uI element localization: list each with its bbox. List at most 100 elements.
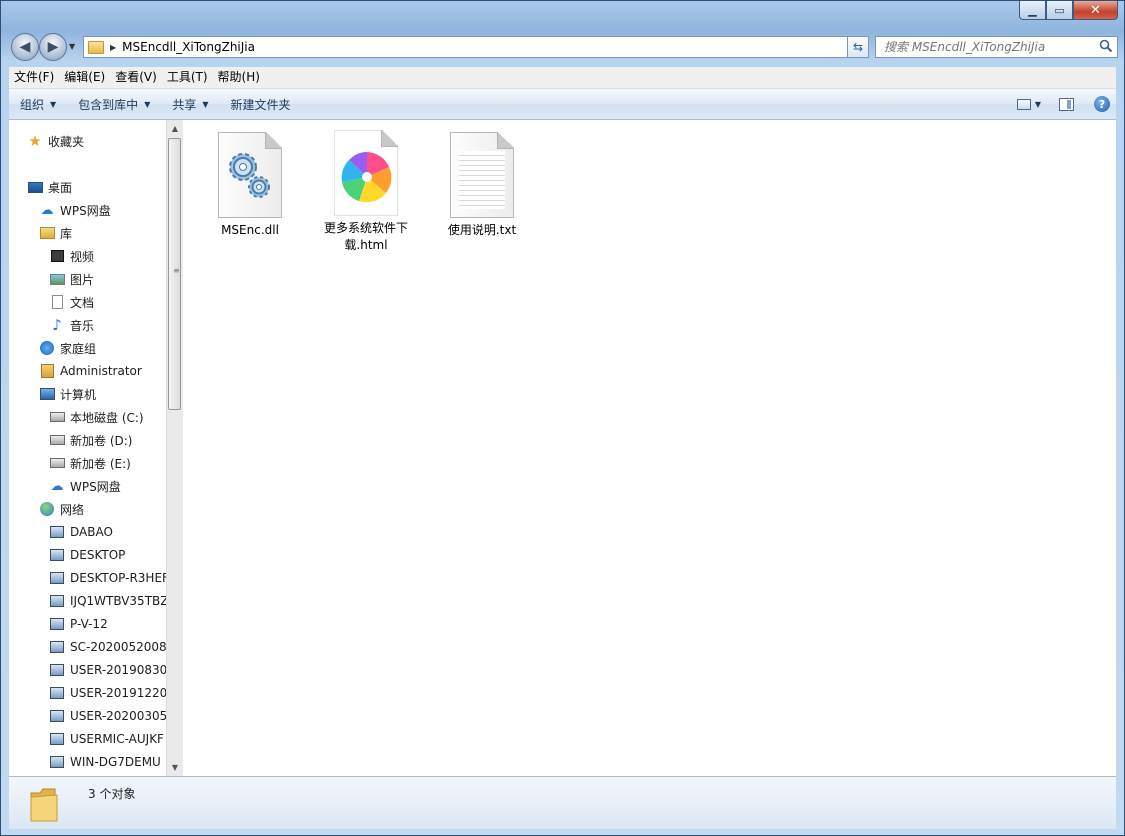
address-row: ◀ ▶ ▼ ▶ MSEncdll_XiTongZhiJia ▼ ⇆: [9, 33, 1118, 61]
text-lines-icon: [459, 151, 505, 209]
maximize-button[interactable]: ▭: [1046, 1, 1073, 20]
nav-item-network-pc[interactable]: DABAO: [49, 522, 113, 542]
nav-label: P-V-12: [70, 617, 108, 631]
nav-item-network-pc[interactable]: USER-20191220I: [49, 683, 166, 703]
nav-item-drive-e[interactable]: 新加卷 (E:): [49, 453, 131, 473]
nav-item-network[interactable]: 网络: [39, 499, 84, 519]
file-item-html[interactable]: 更多系统软件下 载.html: [318, 130, 414, 254]
nav-item-wps-cloud-2[interactable]: ☁ WPS网盘: [49, 476, 121, 496]
gear-icon: [229, 153, 270, 198]
nav-item-music[interactable]: ♪ 音乐: [49, 315, 94, 335]
nav-label: 收藏夹: [48, 134, 85, 149]
nav-scrollbar[interactable]: ▲ ≡ ▼: [166, 120, 183, 777]
nav-item-network-pc[interactable]: DESKTOP: [49, 545, 125, 565]
help-icon[interactable]: ?: [1094, 96, 1110, 112]
caption-buttons: ▁ ▭ ✕: [1019, 1, 1118, 20]
nav-label: Administrator: [60, 364, 142, 378]
address-bar[interactable]: ▶ MSEncdll_XiTongZhiJia ▼: [83, 36, 867, 58]
share-button[interactable]: 共享 ▼: [161, 96, 219, 113]
view-dropdown-icon[interactable]: ▼: [1035, 100, 1041, 109]
command-bar-right: ▼ ?: [1016, 89, 1116, 119]
explorer-window: ▁ ▭ ✕ ◀ ▶ ▼ ▶ MSEncdll_XiTongZhiJia ▼ ⇆ …: [0, 0, 1125, 836]
recent-pages-dropdown[interactable]: ▼: [69, 42, 75, 51]
music-icon: ♪: [52, 316, 62, 334]
nav-label: USERMIC-AUJKF: [70, 732, 164, 746]
preview-pane-icon[interactable]: [1059, 97, 1074, 111]
breadcrumb-arrow-icon[interactable]: ▶: [110, 43, 116, 52]
nav-item-network-pc[interactable]: DESKTOP-R3HEF: [49, 568, 166, 588]
close-button[interactable]: ✕: [1073, 1, 1118, 20]
content-area: ★ 收藏夹 桌面 ☁ WPS网盘 库 视频 图片 文档 ♪ 音乐 家庭组 Admini…: [9, 120, 1116, 777]
change-view-icon[interactable]: [1016, 98, 1031, 110]
organize-button[interactable]: 组织 ▼: [9, 96, 67, 113]
organize-label: 组织: [20, 97, 45, 112]
address-path[interactable]: MSEncdll_XiTongZhiJia: [122, 40, 255, 54]
network-computer-icon: [50, 664, 64, 676]
scrollbar-thumb[interactable]: ≡: [168, 138, 181, 410]
menu-file[interactable]: 文件(F): [9, 67, 59, 88]
nav-label: 桌面: [48, 180, 73, 195]
nav-item-network-pc[interactable]: SC-20200520083: [49, 637, 166, 657]
share-label: 共享: [172, 97, 197, 112]
menu-help[interactable]: 帮助(H): [213, 67, 265, 88]
nav-item-videos[interactable]: 视频: [49, 246, 94, 266]
search-icon[interactable]: [1099, 39, 1113, 53]
refresh-button[interactable]: ⇆: [847, 36, 869, 58]
search-input[interactable]: [882, 39, 1096, 55]
nav-label: 新加卷 (E:): [70, 456, 131, 471]
grip-icon: ≡: [173, 266, 180, 275]
nav-item-drive-c[interactable]: 本地磁盘 (C:): [49, 407, 144, 427]
new-folder-label: 新建文件夹: [230, 97, 291, 112]
menu-view[interactable]: 查看(V): [110, 67, 162, 88]
video-icon: [50, 250, 64, 262]
nav-label: DESKTOP-R3HEF: [70, 571, 166, 585]
scroll-down-icon[interactable]: ▼: [169, 761, 181, 775]
file-name: 更多系统软件下 载.html: [318, 220, 414, 254]
network-computer-icon: [50, 756, 64, 768]
network-computer-icon: [50, 526, 64, 538]
nav-item-drive-d[interactable]: 新加卷 (D:): [49, 430, 132, 450]
folder-icon: [30, 788, 58, 822]
nav-item-administrator[interactable]: Administrator: [39, 361, 142, 381]
nav-item-network-pc[interactable]: IJQ1WTBV35TBZ: [49, 591, 166, 611]
nav-label: SC-20200520083: [70, 640, 166, 654]
menu-tools[interactable]: 工具(T): [162, 67, 213, 88]
back-arrow-icon: ◀: [19, 39, 31, 55]
nav-item-wps-cloud[interactable]: ☁ WPS网盘: [39, 200, 111, 220]
nav-item-computer[interactable]: 计算机: [39, 384, 96, 404]
nav-item-favorites[interactable]: ★ 收藏夹: [27, 131, 84, 151]
scroll-up-icon[interactable]: ▲: [169, 122, 181, 136]
nav-item-network-pc[interactable]: USER-20200305I: [49, 706, 166, 726]
file-list: MSEnc.dll 更多系统软件下 载.html 使用说明.txt: [184, 120, 1116, 777]
nav-item-library[interactable]: 库: [39, 223, 72, 243]
homegroup-icon: [40, 341, 54, 355]
nav-item-network-pc[interactable]: USER-20190830I: [49, 660, 166, 680]
nav-item-documents[interactable]: 文档: [49, 292, 94, 312]
new-folder-button[interactable]: 新建文件夹: [220, 96, 302, 113]
back-button[interactable]: ◀: [11, 33, 39, 61]
html-file-icon: [334, 130, 398, 216]
file-item-txt[interactable]: 使用说明.txt: [434, 132, 530, 239]
minimize-button[interactable]: ▁: [1019, 1, 1046, 20]
file-name: 使用说明.txt: [447, 223, 517, 237]
status-bar: 3 个对象: [9, 776, 1116, 829]
network-computer-icon: [50, 710, 64, 722]
include-in-library-button[interactable]: 包含到库中 ▼: [67, 96, 161, 113]
nav-label: 计算机: [60, 387, 97, 402]
search-box[interactable]: [875, 36, 1118, 58]
nav-item-network-pc[interactable]: USERMIC-AUJKF: [49, 729, 164, 749]
nav-item-network-pc[interactable]: P-V-12: [49, 614, 108, 634]
nav-item-homegroup[interactable]: 家庭组: [39, 338, 96, 358]
chevron-down-icon: ▼: [202, 99, 209, 109]
nav-item-pictures[interactable]: 图片: [49, 269, 94, 289]
file-item-dll[interactable]: MSEnc.dll: [202, 132, 298, 239]
forward-button[interactable]: ▶: [39, 33, 67, 61]
nav-item-desktop[interactable]: 桌面: [27, 177, 72, 197]
library-icon: [39, 227, 55, 239]
nav-item-network-pc[interactable]: WIN-DG7DEMU: [49, 752, 161, 772]
menu-edit[interactable]: 编辑(E): [59, 67, 110, 88]
computer-icon: [39, 388, 55, 400]
network-icon: [40, 502, 54, 516]
star-icon: ★: [28, 132, 42, 150]
nav-label: 本地磁盘 (C:): [70, 410, 144, 425]
